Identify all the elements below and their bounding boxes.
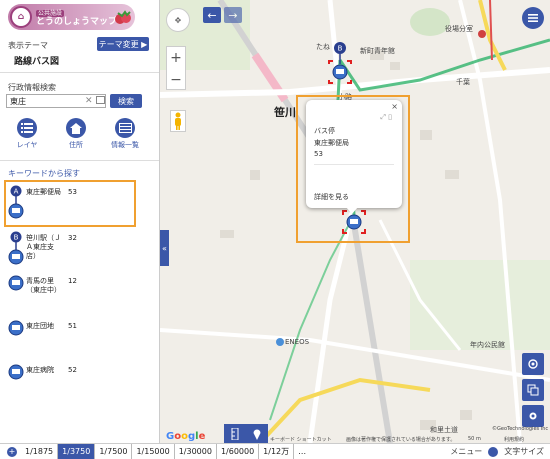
result-name: 東庄病院 — [26, 366, 54, 374]
sidebar: ⌂ 公共施設 とうのしょうマップ 表示テーマ テーマ変更 ▶ 路線バス図 行政情… — [0, 0, 160, 443]
info-list-label: 情報一覧 — [111, 141, 139, 149]
result-name: 笹川駅（ＪＡ東庄支店） — [26, 234, 61, 260]
home-icon — [66, 118, 86, 138]
logo-badge-icon: ⌂ — [10, 6, 32, 28]
theme-name: 路線バス図 — [14, 57, 60, 67]
scale-indicator: 50 m — [468, 436, 481, 442]
result-count: 12 — [68, 277, 77, 285]
zoom-control: + − — [166, 46, 186, 90]
result-count: 52 — [68, 366, 77, 374]
admin-search-label: 行政情報検索 — [8, 83, 56, 92]
theme-label: 表示テーマ — [8, 41, 48, 50]
shortcuts-link[interactable]: キーボード ショートカット — [270, 436, 332, 443]
result-count: 32 — [68, 234, 77, 242]
list-icon — [17, 118, 37, 138]
result-highlight — [4, 180, 136, 227]
ruler-icon[interactable] — [224, 424, 246, 443]
locate-icon[interactable] — [522, 353, 544, 375]
map-label-town: 笹川 — [274, 106, 296, 119]
menu-link[interactable]: メニュー — [450, 446, 482, 457]
scale-option[interactable]: 1/7500 — [95, 443, 133, 459]
google-logo: Google — [166, 431, 206, 442]
app-root: ⌂ 公共施設 とうのしょうマップ 表示テーマ テーマ変更 ▶ 路線バス図 行政情… — [0, 0, 550, 459]
info-list-button[interactable]: 情報一覧 — [108, 118, 142, 150]
geo-attribution: ©GeoTechnologies Inc — [492, 426, 549, 432]
app-logo[interactable]: ⌂ 公共施設 とうのしょうマップ — [8, 4, 135, 30]
result-count: 51 — [68, 322, 77, 330]
scale-option[interactable]: 1/1875 — [21, 443, 59, 459]
sidebar-collapse-button[interactable]: « — [160, 230, 169, 266]
map-label-shinmachi: 新町青年館 — [360, 47, 395, 55]
map-label-chiba: 千葉 — [456, 78, 470, 86]
imagery-notice: 画像は著作権で保護されている場合があります。 — [346, 437, 456, 443]
map-label-eneos: ENEOS — [285, 338, 310, 346]
bus-stop-icon — [8, 275, 24, 291]
layers-copy-icon[interactable] — [522, 379, 544, 401]
pan-control-icon[interactable]: ✥ — [166, 8, 190, 32]
scale-more[interactable]: … — [294, 444, 310, 459]
divider — [0, 72, 159, 73]
map-canvas[interactable]: ✥ ← → + − 笹川 新町青年館 役場分室 千葉 年内公民館 ENEOS た… — [160, 0, 550, 443]
street-view-icon[interactable] — [170, 110, 186, 132]
zoom-in-icon[interactable]: + — [167, 47, 185, 69]
bottom-map-tools — [224, 424, 268, 443]
map-label-town-bottom: 和里土道 — [430, 426, 458, 434]
result-item[interactable]: 東庄団地 51 — [6, 319, 156, 359]
office-icon[interactable] — [478, 30, 486, 38]
keyword-label: キーワードから探す — [8, 169, 80, 178]
plus-icon[interactable]: + — [7, 446, 17, 457]
logo-tag: 公共施設 — [36, 9, 65, 17]
terms-link[interactable]: 利用規約 — [504, 436, 524, 443]
result-name: 青馬の里（東庄中） — [26, 277, 61, 294]
table-icon — [115, 118, 135, 138]
divider — [0, 160, 159, 161]
forward-arrow-icon[interactable]: → — [224, 7, 242, 23]
scale-bar: + 1/1875 1/3750 1/7500 1/15000 1/30000 1… — [0, 443, 550, 459]
back-arrow-icon[interactable]: ← — [203, 7, 221, 23]
map-label-yakuba: 役場分室 — [445, 25, 473, 33]
result-name: 東庄団地 — [26, 322, 54, 330]
layer-button[interactable]: レイヤ — [10, 118, 44, 150]
bus-stop-marker-b[interactable]: B — [328, 40, 352, 86]
address-button[interactable]: 住所 — [59, 118, 93, 150]
result-item[interactable]: B 笹川駅（ＪＡ東庄支店） 32 — [6, 231, 156, 271]
scale-option[interactable]: 1/12万 — [259, 443, 295, 459]
text-size-icon — [488, 446, 499, 457]
zoom-out-icon[interactable]: − — [167, 69, 185, 91]
svg-text:B: B — [14, 234, 19, 242]
text-size-link[interactable]: 文字サイズ — [504, 446, 544, 457]
theme-change-button[interactable]: テーマ変更 ▶ — [97, 37, 149, 51]
strawberry-icon — [115, 10, 131, 24]
popup-highlight — [296, 95, 410, 243]
pin-icon[interactable] — [246, 424, 268, 443]
menu-icon[interactable] — [522, 7, 544, 29]
result-item[interactable]: 東庄病院 52 — [6, 363, 156, 403]
svg-text:B: B — [338, 45, 343, 53]
layer-label: レイヤ — [16, 141, 38, 149]
address-label: 住所 — [69, 141, 83, 149]
scale-option[interactable]: 1/30000 — [175, 443, 217, 459]
gear-icon[interactable] — [522, 405, 544, 427]
scale-option[interactable]: 1/60000 — [217, 443, 260, 459]
gas-station-icon[interactable] — [276, 338, 284, 346]
logo-title: とうのしょうマップ — [36, 16, 118, 27]
bus-stop-icon — [8, 320, 24, 336]
mail-icon[interactable] — [96, 96, 105, 104]
search-button[interactable]: 検索 — [110, 94, 142, 108]
bus-stop-icon — [8, 364, 24, 380]
scale-option[interactable]: 1/15000 — [132, 443, 175, 459]
result-item[interactable]: 青馬の里（東庄中） 12 — [6, 274, 156, 314]
scale-option-active[interactable]: 1/3750 — [58, 443, 96, 459]
map-label-nenkai: 年内公民館 — [470, 341, 505, 349]
bus-stop-icon: B — [8, 231, 24, 265]
clear-icon[interactable]: ✕ — [85, 96, 93, 106]
